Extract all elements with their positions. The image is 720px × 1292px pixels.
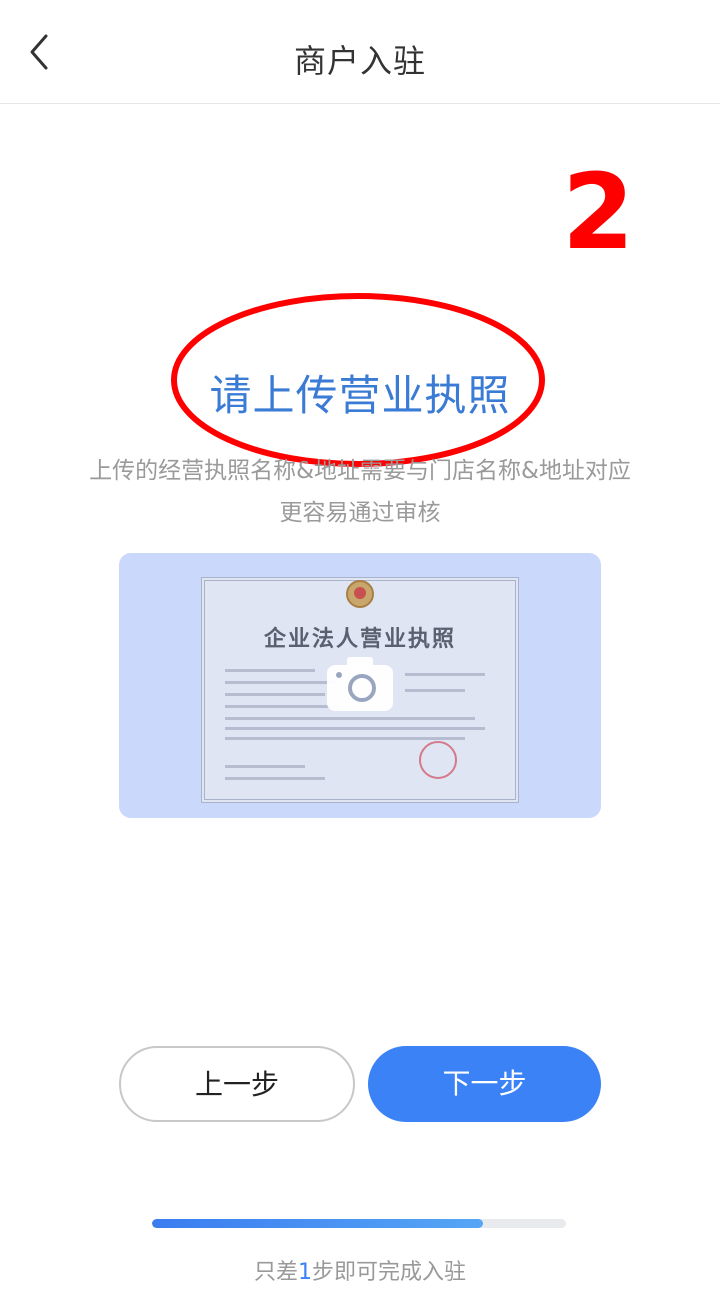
camera-icon: [327, 657, 393, 711]
national-emblem-icon: [346, 580, 374, 608]
license-text-line: [405, 673, 485, 676]
license-upload-area[interactable]: 企业法人营业执照: [119, 553, 601, 818]
license-text-line: [225, 777, 325, 780]
next-step-button[interactable]: 下一步: [368, 1046, 601, 1122]
upload-description-line-1: 上传的经营执照名称&地址需要与门店名称&地址对应: [89, 458, 631, 484]
sample-license-title: 企业法人营业执照: [263, 627, 456, 652]
progress-text-suffix: 步即可完成入驻: [312, 1260, 467, 1285]
official-seal: [419, 741, 457, 779]
prev-step-button[interactable]: 上一步: [119, 1046, 355, 1122]
progress-text-prefix: 只差: [253, 1260, 298, 1285]
step-number-annotation: 2: [562, 151, 635, 273]
license-text-line: [225, 669, 315, 672]
page-title: 商户入驻: [293, 42, 426, 80]
license-text-line: [225, 717, 475, 720]
progress-steps-remaining: 1: [298, 1260, 312, 1285]
license-text-line: [225, 693, 325, 696]
upload-title: 请上传营业执照: [209, 371, 511, 420]
license-text-line: [225, 727, 485, 730]
license-text-line: [225, 681, 335, 684]
license-text-line: [225, 765, 305, 768]
progress-bar: [152, 1219, 566, 1228]
upload-description-line-2: 更容易通过审核: [279, 500, 441, 526]
upload-description: 上传的经营执照名称&地址需要与门店名称&地址对应 更容易通过审核: [0, 450, 720, 534]
license-text-line: [225, 705, 340, 708]
license-text-line: [225, 737, 465, 740]
progress-bar-fill: [152, 1219, 484, 1228]
nav-header: 商户入驻: [0, 0, 720, 104]
license-text-line: [405, 689, 465, 692]
progress-text: 只差1步即可完成入驻: [0, 1254, 720, 1286]
